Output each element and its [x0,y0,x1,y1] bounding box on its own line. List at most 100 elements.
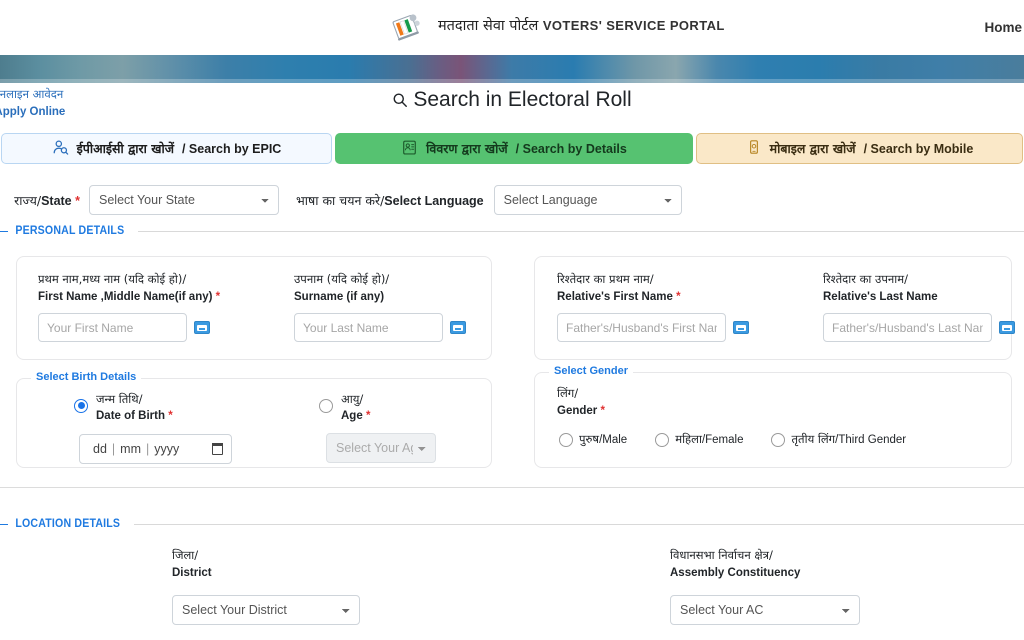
relative-first-name-field-group: रिश्तेदार का प्रथम नाम/ Relative's First… [557,271,749,343]
language-select[interactable]: Select Language [493,185,682,215]
state-required-marker: * [75,193,80,208]
assembly-select[interactable]: Select Your AC [670,595,860,626]
brand-logo-block: मतदाता सेवा पोर्टल VOTERS' SERVICE PORTA… [388,6,725,46]
surname-label-english: Surname (if any) [294,290,385,303]
assembly-constituency-field-group: विधानसभा निर्वाचन क्षेत्र/ Assembly Cons… [670,547,860,626]
virtual-keyboard-icon[interactable] [999,321,1015,335]
district-label: जिला/ District [172,547,360,581]
section-rule [138,230,1024,232]
surname-field-group: उपनाम (यदि कोई हो)/ Surname (if any) [294,271,494,343]
tab-search-by-mobile[interactable]: मोबाइल द्वारा खोजें / Search by Mobile [696,133,1023,164]
calendar-icon[interactable] [211,443,224,455]
magnifier-icon [392,90,408,114]
state-select[interactable]: Select Your State [89,185,279,215]
date-of-birth-input[interactable]: dd | mm | yyyy [79,434,232,464]
virtual-keyboard-icon[interactable] [450,321,466,335]
relative-first-name-label-english: Relative's First Name * [557,290,681,303]
eci-ballot-logo-icon [388,6,428,46]
search-mode-tabs: ईपीआईसी द्वारा खोजें / Search by EPIC वि… [0,133,1024,164]
age-label-english: Age * [341,410,371,423]
age-option[interactable]: आयु/ Age * [319,391,370,424]
first-name-label-hindi: प्रथम नाम,मध्य नाम (यदि कोई हो)/ [38,272,187,286]
tab-details-label-hindi: विवरण द्वारा खोजें [426,141,508,156]
person-search-icon [52,139,69,159]
page-title: Search in Electoral Roll [0,88,1024,114]
relative-last-name-label: रिश्तेदार का उपनाम/ Relative's Last Name [823,271,1015,305]
language-label-hindi: भाषा का चयन करे/ [296,192,385,208]
assembly-label-hindi: विधानसभा निर्वाचन क्षेत्र/ [670,548,773,562]
relative-first-name-input[interactable] [557,313,726,343]
tab-search-by-details[interactable]: विवरण द्वारा खोजें / Search by Details [335,133,693,164]
gender-option-male[interactable]: पुरुष/Male [559,431,627,448]
gender-option-third[interactable]: तृतीय लिंग/Third Gender [771,431,906,448]
gender-radio-group: पुरुष/Male महिला/Female तृतीय लिंग/Third… [559,431,906,448]
section-cap-left [0,523,8,525]
virtual-keyboard-icon[interactable] [733,321,749,335]
page-title-text: Search in Electoral Roll [413,88,632,111]
tab-epic-label-hindi: ईपीआईसी द्वारा खोजें [76,141,174,156]
gender-option-female[interactable]: महिला/Female [655,431,743,448]
dob-month-segment[interactable]: mm [115,442,146,456]
section-cap-left [0,230,8,232]
section-header-location-details: LOCATION DETAILS [0,518,1024,530]
first-name-label-english: First Name ,Middle Name(if any) * [38,290,221,303]
gender-female-radio[interactable] [655,432,670,447]
age-label: आयु/ Age * [341,391,370,424]
brand-title-hindi: मतदाता सेवा पोर्टल [438,17,539,34]
surname-input[interactable] [294,313,443,343]
first-name-input[interactable] [38,313,187,343]
age-label-hindi: आयु/ [341,392,364,406]
age-radio[interactable] [319,399,333,413]
state-language-row: राज्य/State * Select Your State भाषा का … [0,185,1024,215]
surname-label: उपनाम (यदि कोई हो)/ Surname (if any) [294,271,494,305]
relative-first-name-label-hindi: रिश्तेदार का प्रथम नाम/ [557,272,654,286]
dob-label: जन्म तिथि/ Date of Birth * [96,391,173,424]
dob-year-segment[interactable]: yyyy [149,442,184,456]
section-rule [133,523,1024,525]
gender-label-english: Gender * [557,404,605,417]
assembly-label-english: Assembly Constituency [670,566,801,579]
top-navigation-bar: मतदाता सेवा पोर्टल VOTERS' SERVICE PORTA… [0,0,1024,55]
dob-radio[interactable] [74,399,88,413]
first-name-field-group: प्रथम नाम,मध्य नाम (यदि कोई हो)/ First N… [38,271,238,343]
gender-third-radio[interactable] [771,432,786,447]
first-name-label: प्रथम नाम,मध्य नाम (यदि कोई हो)/ First N… [38,271,238,305]
dob-day-segment[interactable]: dd [88,442,112,456]
relative-last-name-input[interactable] [823,313,992,343]
tab-search-by-epic[interactable]: ईपीआईसी द्वारा खोजें / Search by EPIC [1,133,332,164]
age-select[interactable]: Select Your Age [326,433,436,463]
language-label-english: Select Language [384,193,484,208]
dob-label-hindi: जन्म तिथि/ [96,392,143,406]
relative-name-card: रिश्तेदार का प्रथम नाम/ Relative's First… [534,256,1015,360]
dob-option[interactable]: जन्म तिथि/ Date of Birth * [74,391,173,424]
section-divider [0,487,1024,488]
section-title-personal-details: PERSONAL DETAILS [15,225,125,237]
birth-details-fieldset: Select Birth Details जन्म तिथि/ Date of … [16,371,492,468]
gender-male-label: पुरुष/Male [579,432,628,446]
relative-last-name-field-group: रिश्तेदार का उपनाम/ Relative's Last Name [823,271,1015,343]
hero-banner-image [0,55,1024,83]
id-card-icon [401,139,418,159]
district-label-english: District [172,566,212,579]
gender-fieldset: Select Gender लिंग/ Gender * पुरुष/Male … [534,365,1012,468]
section-title-location-details: LOCATION DETAILS [15,518,121,530]
tab-mobile-label-english: / Search by Mobile [863,141,974,156]
assembly-label: विधानसभा निर्वाचन क्षेत्र/ Assembly Cons… [670,547,860,581]
gender-label: लिंग/ Gender * [557,385,605,419]
tab-mobile-label-hindi: मोबाइल द्वारा खोजें [769,141,856,156]
tab-epic-label-english: / Search by EPIC [181,141,282,156]
gender-female-label: महिला/Female [675,432,744,446]
language-label: भाषा का चयन करे/Select Language [296,192,484,209]
gender-male-radio[interactable] [559,432,573,447]
district-select[interactable]: Select Your District [172,595,360,626]
home-link[interactable]: Home [984,20,1022,35]
district-field-group: जिला/ District Select Your District [172,547,360,626]
district-label-hindi: जिला/ [172,548,199,562]
virtual-keyboard-icon[interactable] [194,321,210,335]
mobile-phone-icon [746,139,762,158]
section-header-personal-details: PERSONAL DETAILS [0,225,1024,237]
relative-first-name-label: रिश्तेदार का प्रथम नाम/ Relative's First… [557,271,749,305]
birth-details-legend: Select Birth Details [31,371,142,383]
gender-third-label: तृतीय लिंग/Third Gender [791,432,907,446]
dob-label-english: Date of Birth * [96,410,173,423]
